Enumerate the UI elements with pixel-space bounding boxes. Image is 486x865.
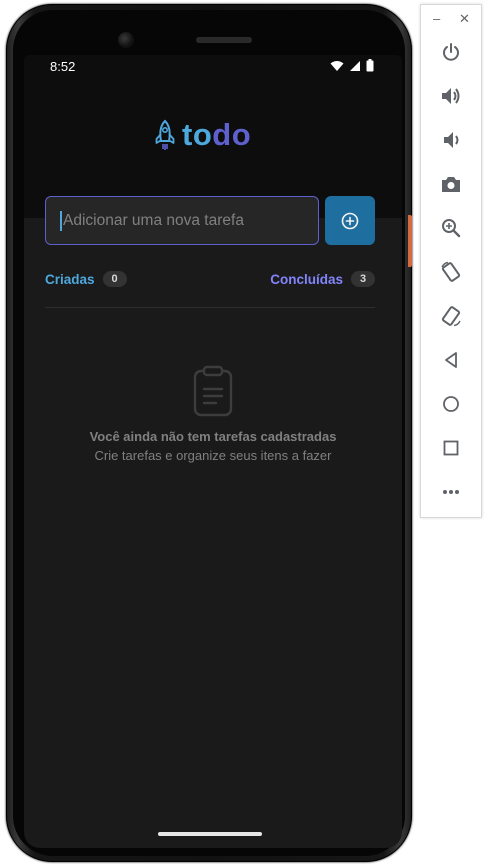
overview-icon: [443, 440, 459, 456]
volume-up-button[interactable]: [436, 81, 466, 111]
empty-state: Você ainda não tem tarefas cadastradas C…: [24, 365, 402, 463]
task-counters: Criadas 0 Concluídas 3: [45, 271, 375, 291]
phone-screen: 8:52 todo Adicionar uma nova tarefa Cria…: [24, 55, 402, 848]
side-key[interactable]: [408, 215, 412, 267]
power-icon: [443, 43, 459, 61]
new-task-input[interactable]: Adicionar uma nova tarefa: [45, 196, 319, 245]
status-icons: [330, 59, 374, 72]
window-controls: – ✕: [421, 11, 481, 27]
rotate-left-button[interactable]: [436, 257, 466, 287]
clipboard-icon: [193, 365, 233, 417]
power-button[interactable]: [436, 37, 466, 67]
logo-text-part2: do: [212, 117, 252, 152]
created-counter: Criadas 0: [45, 271, 127, 287]
empty-subtitle: Crie tarefas e organize seus itens a faz…: [94, 448, 332, 463]
earpiece-speaker: [196, 37, 252, 43]
done-count-badge: 3: [351, 271, 375, 287]
emulator-toolbar: – ✕: [420, 4, 482, 518]
add-task-button[interactable]: [325, 196, 375, 245]
logo-text: todo: [182, 117, 251, 153]
text-caret: [60, 210, 62, 231]
new-task-placeholder: Adicionar uma nova tarefa: [63, 211, 244, 229]
front-camera: [118, 32, 134, 48]
camera-icon: [442, 177, 460, 192]
home-icon: [443, 396, 459, 412]
signal-icon: [350, 60, 360, 71]
zoom-button[interactable]: [436, 213, 466, 243]
volume-down-button[interactable]: [436, 125, 466, 155]
volume-up-icon: [442, 88, 460, 104]
plus-circle-icon: [341, 212, 359, 229]
more-button[interactable]: [436, 477, 466, 507]
done-label: Concluídas: [270, 271, 343, 287]
list-divider: [45, 307, 375, 308]
empty-title: Você ainda não tem tarefas cadastradas: [89, 429, 337, 444]
created-count-badge: 0: [102, 271, 127, 287]
close-icon[interactable]: ✕: [459, 11, 470, 27]
logo-text-part1: to: [182, 117, 213, 152]
rocket-icon: [155, 119, 175, 150]
status-bar: 8:52: [24, 55, 402, 79]
zoom-icon: [442, 219, 461, 238]
status-time: 8:52: [50, 59, 76, 74]
home-indicator[interactable]: [158, 832, 262, 836]
done-counter: Concluídas 3: [270, 271, 375, 287]
app-logo: todo: [154, 117, 251, 153]
minimize-icon[interactable]: –: [433, 11, 440, 26]
back-icon: [445, 352, 457, 368]
back-button[interactable]: [436, 345, 466, 375]
created-label: Criadas: [45, 271, 95, 287]
rotate-right-icon: [441, 306, 461, 327]
more-icon: [443, 490, 459, 494]
rotate-left-icon: [441, 261, 461, 282]
overview-button[interactable]: [436, 433, 466, 463]
battery-icon: [366, 59, 374, 72]
screenshot-button[interactable]: [436, 169, 466, 199]
rotate-right-button[interactable]: [436, 301, 466, 331]
home-button[interactable]: [436, 389, 466, 419]
wifi-icon: [330, 60, 344, 71]
volume-down-icon: [444, 132, 459, 148]
